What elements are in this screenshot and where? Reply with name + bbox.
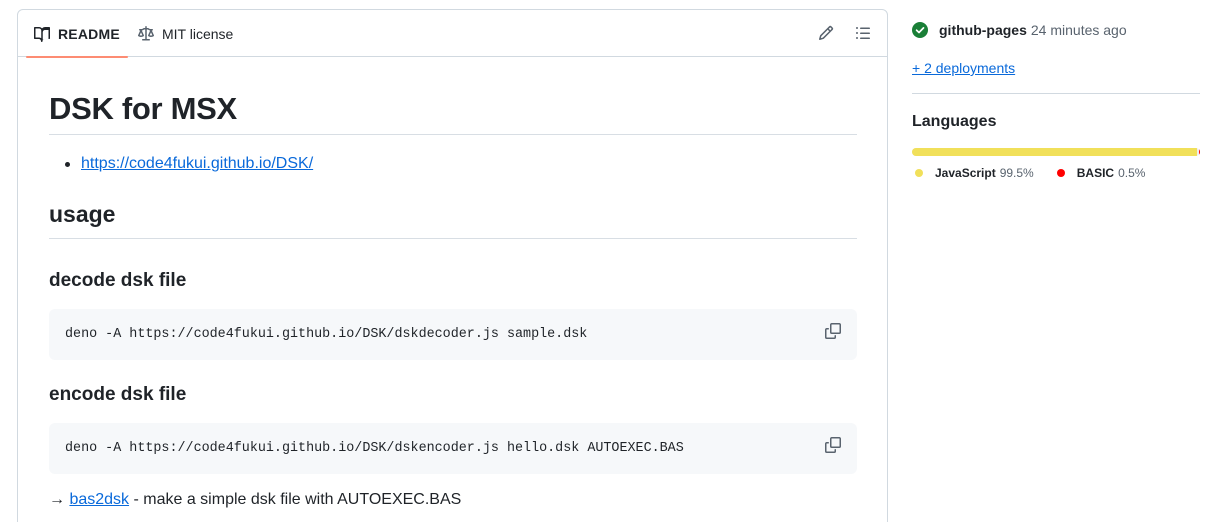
deployment-time: 24 minutes ago xyxy=(1030,22,1127,38)
copy-icon xyxy=(825,323,841,339)
pencil-icon xyxy=(818,25,834,41)
pages-link[interactable]: https://code4fukui.github.io/DSK/ xyxy=(81,155,313,172)
deployment-name[interactable]: github-pages xyxy=(939,22,1027,38)
book-icon xyxy=(34,26,50,42)
tab-readme[interactable]: README xyxy=(26,10,128,58)
readme-tabs: README MIT license xyxy=(18,10,887,58)
encode-heading: encode dsk file xyxy=(49,384,187,405)
list-icon xyxy=(856,27,870,39)
link-list: https://code4fukui.github.io/DSK/ xyxy=(65,155,313,173)
language-legend: JavaScript 99.5% BASIC 0.5% xyxy=(912,166,1165,180)
language-item-basic[interactable]: BASIC 0.5% xyxy=(1054,166,1146,180)
more-deployments-link[interactable]: + 2 deployments xyxy=(912,60,1015,76)
tab-license[interactable]: MIT license xyxy=(138,10,233,57)
encode-command: deno -A https://code4fukui.github.io/DSK… xyxy=(65,441,684,456)
language-name: JavaScript xyxy=(935,166,996,180)
language-item-javascript[interactable]: JavaScript 99.5% xyxy=(912,166,1034,180)
copy-decode-button[interactable] xyxy=(825,323,841,339)
decode-heading: decode dsk file xyxy=(49,270,187,291)
arrow-glyph: → xyxy=(49,491,65,508)
languages-title: Languages xyxy=(912,113,997,130)
encode-code-block: deno -A https://code4fukui.github.io/DSK… xyxy=(49,423,857,474)
readme-panel: README MIT license DSK for MSX https://c… xyxy=(17,9,888,522)
language-percent: 0.5% xyxy=(1118,166,1146,180)
check-circle-icon xyxy=(912,22,928,38)
tab-readme-label: README xyxy=(58,25,120,42)
decode-command: deno -A https://code4fukui.github.io/DSK… xyxy=(65,327,588,342)
language-bar-segment xyxy=(912,148,1197,156)
note-text: - make a simple dsk file with AUTOEXEC.B… xyxy=(129,491,462,508)
deployment-row: github-pages 24 minutes ago xyxy=(912,22,1127,38)
scale-icon xyxy=(138,25,154,40)
language-percent: 99.5% xyxy=(999,166,1034,180)
decode-code-block: deno -A https://code4fukui.github.io/DSK… xyxy=(49,309,857,360)
language-name: BASIC xyxy=(1076,166,1115,180)
language-bar xyxy=(912,148,1200,156)
repo-sidebar: github-pages 24 minutes ago + 2 deployme… xyxy=(912,0,1200,522)
list-item: https://code4fukui.github.io/DSK/ xyxy=(65,155,313,173)
bas2dsk-link[interactable]: bas2dsk xyxy=(69,491,129,508)
usage-heading: usage xyxy=(49,200,857,239)
copy-encode-button[interactable] xyxy=(825,437,841,453)
copy-icon xyxy=(825,437,841,453)
bas2dsk-note: → bas2dsk - make a simple dsk file with … xyxy=(49,491,461,509)
language-bar-segment xyxy=(1198,148,1200,156)
language-dot xyxy=(1056,169,1065,177)
edit-file-button[interactable] xyxy=(817,24,835,42)
readme-title: DSK for MSX xyxy=(49,91,857,135)
outline-button[interactable] xyxy=(854,24,872,42)
tab-license-label: MIT license xyxy=(162,25,234,42)
sidebar-divider xyxy=(912,93,1200,94)
language-dot xyxy=(915,169,923,177)
